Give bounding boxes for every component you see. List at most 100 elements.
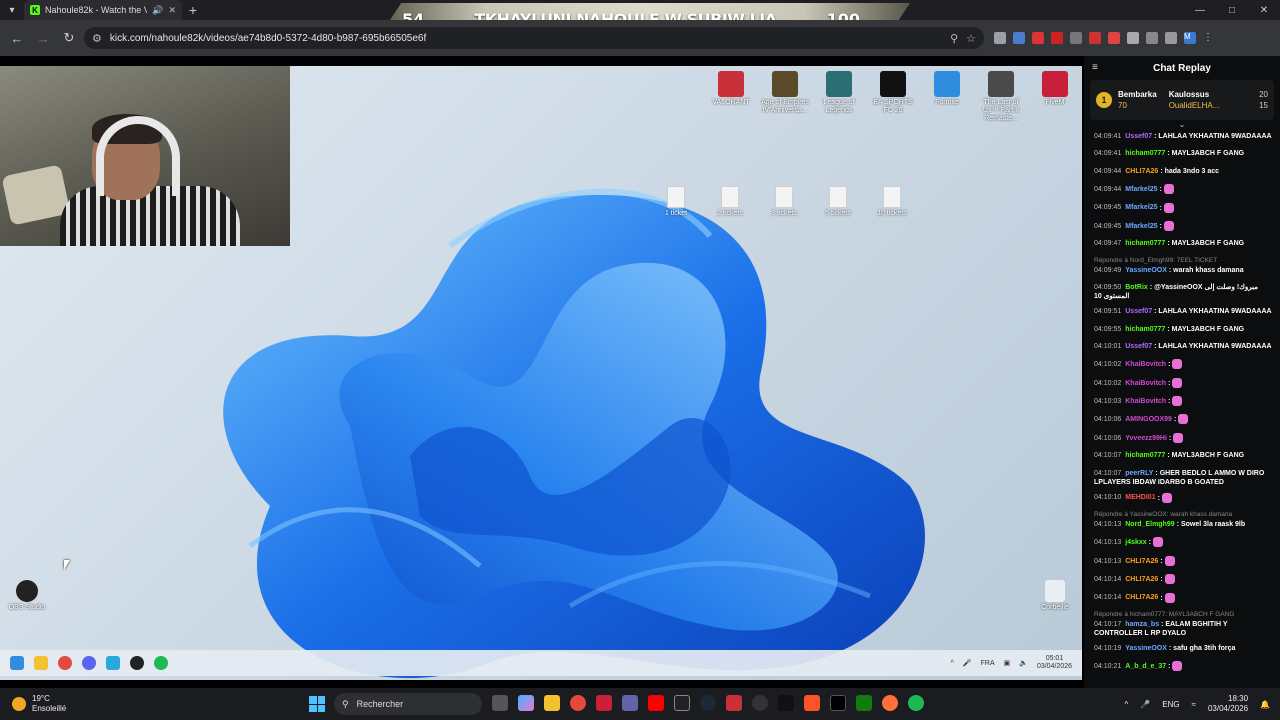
- message-username[interactable]: Mfarkel25: [1125, 186, 1157, 193]
- forward-button[interactable]: →: [32, 27, 54, 49]
- file-explorer-icon[interactable]: [544, 695, 560, 711]
- desktop-file-1-ticket[interactable]: 1 ticket: [656, 186, 696, 217]
- extension-3-icon[interactable]: [1032, 32, 1044, 44]
- chat-message[interactable]: 04:10:01 Ussef07: LAHLAA YKHAATINA 9WADAA…: [1094, 342, 1274, 351]
- chat-message[interactable]: 04:09:44 CHLI7A26: hada 3ndo 3 acc: [1094, 167, 1274, 176]
- chat-leaderboard[interactable]: 1 Bembarka 70 Kaulossus OualidELHA... 20…: [1090, 80, 1274, 120]
- obs-taskbar-icon[interactable]: [752, 695, 768, 711]
- teams-icon[interactable]: [622, 695, 638, 711]
- chat-message[interactable]: 04:09:51 Ussef07: LAHLAA YKHAATINA 9WADAA…: [1094, 307, 1274, 316]
- chat-message[interactable]: 04:10:13 Nord_Elmgh99: Sowel 3la raask 9l…: [1094, 520, 1274, 529]
- message-username[interactable]: MEHDI01: [1125, 494, 1155, 501]
- wifi-icon[interactable]: ≈: [1192, 700, 1196, 709]
- reload-button[interactable]: ↻: [58, 27, 80, 49]
- bookmark-star-icon[interactable]: ☆: [966, 32, 976, 45]
- chat-message[interactable]: 04:10:13 j4skxx:: [1094, 537, 1274, 548]
- chat-message[interactable]: 04:09:49 YassineOOX: warah khass damana: [1094, 266, 1274, 275]
- extensions-puzzle-icon[interactable]: [1146, 32, 1158, 44]
- close-window-button[interactable]: ✕: [1248, 0, 1280, 20]
- mic-icon[interactable]: 🎤: [1140, 700, 1150, 709]
- pinned-chevron-icon[interactable]: ⌄: [1084, 120, 1280, 130]
- message-username[interactable]: KhaiBovitch: [1125, 398, 1166, 405]
- desktop-icon-fivem[interactable]: FiveM: [1030, 71, 1080, 107]
- video-player[interactable]: VALORANT Age of Empires IV Anniversa... …: [0, 66, 1082, 680]
- message-username[interactable]: KhaiBovitch: [1125, 380, 1166, 387]
- taskbar-search[interactable]: ⚲ Rechercher: [334, 693, 482, 715]
- extension-1-icon[interactable]: [994, 32, 1006, 44]
- message-username[interactable]: Ussef07: [1125, 133, 1152, 140]
- brave-icon[interactable]: [804, 695, 820, 711]
- reading-list-icon[interactable]: [1165, 32, 1177, 44]
- browser-menu-icon[interactable]: ⋮: [1203, 32, 1213, 44]
- zoom-icon[interactable]: ⚲: [950, 32, 958, 45]
- chrome-icon[interactable]: [570, 695, 586, 711]
- desktop-icon-tlou2[interactable]: The Last of Us™ Part II Remaste...: [976, 71, 1026, 123]
- message-username[interactable]: CHLI7A26: [1125, 594, 1158, 601]
- tray-chevron-icon[interactable]: ^: [1125, 700, 1129, 709]
- message-username[interactable]: A_b_d_e_37: [1125, 663, 1166, 670]
- chat-message[interactable]: 04:09:45 Mfarkel25:: [1094, 220, 1274, 231]
- chat-menu-icon[interactable]: ≡: [1092, 62, 1098, 73]
- maximize-button[interactable]: □: [1216, 0, 1248, 20]
- youtube-icon[interactable]: [648, 695, 664, 711]
- chat-message[interactable]: 04:09:41 Ussef07: LAHLAA YKHAATINA 9WADAA…: [1094, 132, 1274, 141]
- extension-4-icon[interactable]: [1051, 32, 1063, 44]
- chat-message[interactable]: 04:09:41 hicham0777: MAYL3ABCH F GANG: [1094, 149, 1274, 158]
- message-username[interactable]: hicham0777: [1125, 150, 1165, 157]
- message-username[interactable]: KhaiBovitch: [1125, 361, 1166, 368]
- extension-7-icon[interactable]: [1108, 32, 1120, 44]
- message-username[interactable]: YassineOOX: [1125, 267, 1167, 274]
- xbox-icon[interactable]: [856, 695, 872, 711]
- chat-message[interactable]: 04:10:02 KhaiBovitch:: [1094, 377, 1274, 388]
- desktop-icon-fortnite[interactable]: Fortnite: [922, 71, 972, 107]
- task-view-icon[interactable]: [492, 695, 508, 711]
- windows-start-button[interactable]: [309, 696, 325, 712]
- desktop-file-10-tickets[interactable]: 10 tickets: [872, 186, 912, 217]
- chat-message[interactable]: 04:10:06 AMINGOOX99:: [1094, 414, 1274, 425]
- profile-avatar[interactable]: M: [1184, 32, 1196, 44]
- chat-message[interactable]: 04:10:06 Yvveezz99Hi:: [1094, 432, 1274, 443]
- message-username[interactable]: BotRix: [1125, 284, 1148, 291]
- message-username[interactable]: CHLI7A26: [1125, 168, 1158, 175]
- valorant-taskbar-icon[interactable]: [726, 695, 742, 711]
- desktop-file-2-tickets[interactable]: 2 tickets: [710, 186, 750, 217]
- message-username[interactable]: hicham0777: [1125, 452, 1165, 459]
- message-username[interactable]: AMINGOOX99: [1125, 416, 1172, 423]
- address-bar[interactable]: ⚙ kick.com/nahoule82k/videos/ae74b8d0-53…: [84, 27, 984, 49]
- chat-message[interactable]: 04:10:19 YassineOOX: safu gha 3tih força: [1094, 644, 1274, 653]
- desktop-icon-lol[interactable]: League of Legends: [814, 71, 864, 115]
- extension-5-icon[interactable]: [1070, 32, 1082, 44]
- tab-search-icon[interactable]: ▾: [0, 0, 24, 20]
- copilot-icon[interactable]: [518, 695, 534, 711]
- message-username[interactable]: YassineOOX: [1125, 645, 1167, 652]
- minimize-button[interactable]: —: [1184, 0, 1216, 20]
- chat-message[interactable]: 04:10:07 peerRLY: GHER BEDLO L AMMO W DIR…: [1094, 469, 1274, 487]
- close-tab-icon[interactable]: ✕: [168, 5, 176, 16]
- message-username[interactable]: Mfarkel25: [1125, 223, 1157, 230]
- chat-message[interactable]: 04:10:14 CHLI7A26:: [1094, 592, 1274, 603]
- back-button[interactable]: ←: [6, 27, 28, 49]
- notification-bell-icon[interactable]: 🔔: [1260, 700, 1270, 709]
- host-clock[interactable]: 18:30 03/04/2026: [1208, 694, 1248, 714]
- chat-message[interactable]: 04:10:03 KhaiBovitch:: [1094, 396, 1274, 407]
- message-username[interactable]: Mfarkel25: [1125, 204, 1157, 211]
- chat-message[interactable]: 04:10:17 hamza_bs: EALAM BGHITIH Y CONTRO…: [1094, 620, 1274, 638]
- message-username[interactable]: CHLI7A26: [1125, 576, 1158, 583]
- message-username[interactable]: Nord_Elmgh99: [1125, 521, 1174, 528]
- desktop-file-3-tickets[interactable]: 3 tickets: [764, 186, 804, 217]
- message-username[interactable]: peerRLY: [1125, 470, 1153, 477]
- message-username[interactable]: CHLI7A26: [1125, 558, 1158, 565]
- chat-message[interactable]: 04:09:44 Mfarkel25:: [1094, 184, 1274, 195]
- message-username[interactable]: hicham0777: [1125, 326, 1165, 333]
- tab-kick-video[interactable]: K Nahoule82k - Watch the VO 🔊 ✕: [24, 0, 182, 20]
- app-a-icon[interactable]: [596, 695, 612, 711]
- desktop-icon-obs[interactable]: OBS Studio: [2, 580, 52, 612]
- fn-app-icon[interactable]: [674, 695, 690, 711]
- extension-8-icon[interactable]: [1127, 32, 1139, 44]
- message-username[interactable]: Ussef07: [1125, 343, 1152, 350]
- tiktok-icon[interactable]: [830, 695, 846, 711]
- firefox-icon[interactable]: [882, 695, 898, 711]
- extension-2-icon[interactable]: [1013, 32, 1025, 44]
- message-username[interactable]: Yvveezz99Hi: [1125, 435, 1167, 442]
- chat-message[interactable]: 04:10:07 hicham0777: MAYL3ABCH F GANG: [1094, 451, 1274, 460]
